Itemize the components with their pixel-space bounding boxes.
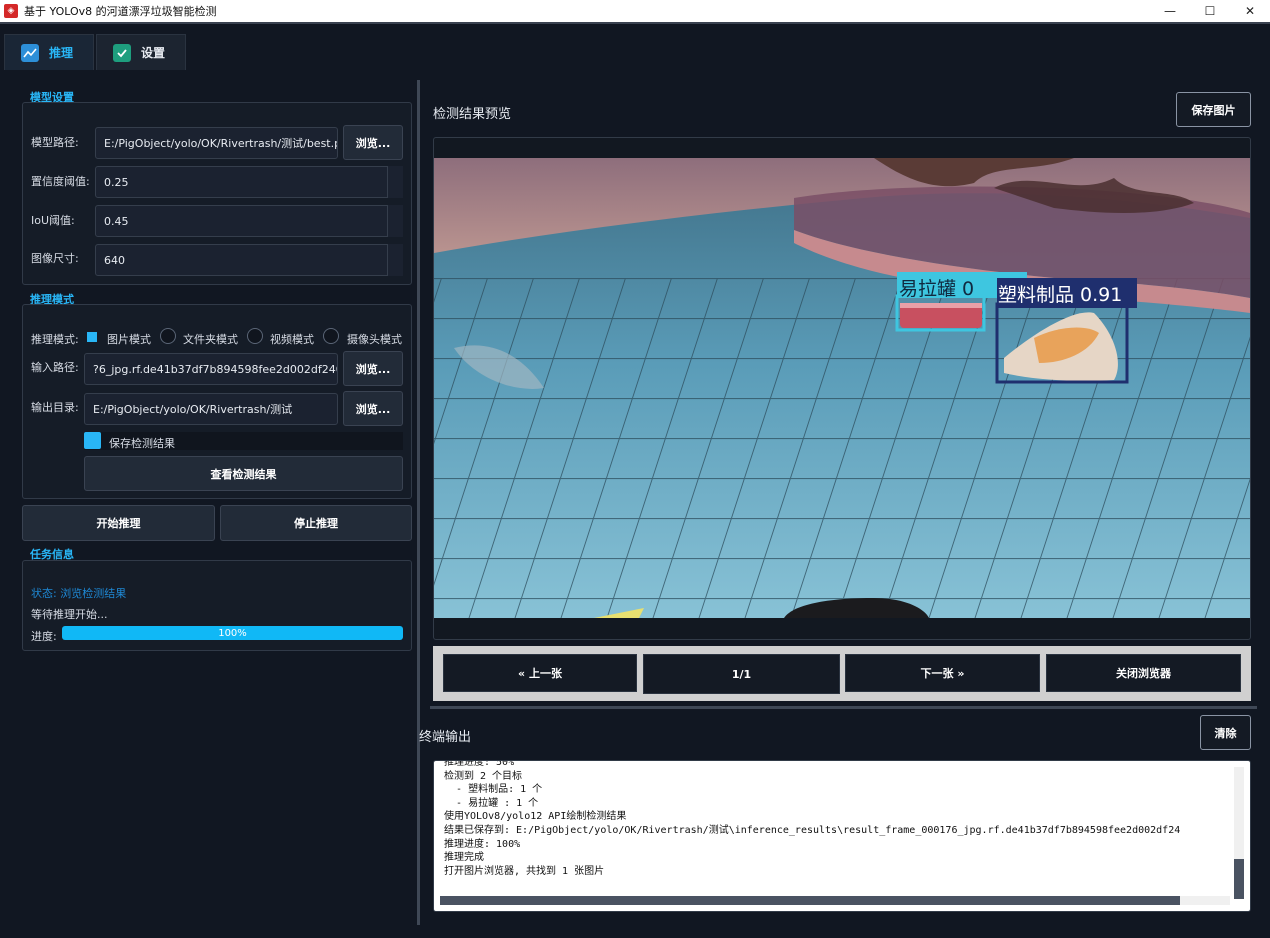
iou-threshold-label: IoU阈值: [31, 214, 75, 227]
detection-label-can: 易拉罐 0 [899, 278, 975, 300]
output-dir-label: 输出目录: [31, 401, 79, 414]
image-navigator: « 上一张 1/1 下一张 » 关闭浏览器 [433, 646, 1251, 701]
terminal-line: 打开图片浏览器, 共找到 1 张图片 [444, 865, 605, 877]
status-text: 状态: 浏览检测结果 [31, 587, 127, 600]
terminal-line: 推理完成 [444, 852, 484, 864]
radio-image-mode-label: 图片模式 [107, 333, 151, 346]
iou-threshold-spinbox[interactable]: 0.45 [95, 205, 403, 237]
view-results-button[interactable]: 查看检测结果 [84, 456, 403, 491]
detection-preview-image [434, 158, 1250, 618]
tab-settings-label: 设置 [141, 46, 166, 60]
progress-label: 进度: [31, 630, 57, 643]
minimize-button[interactable]: — [1150, 0, 1190, 22]
image-size-label: 图像尺寸: [31, 252, 79, 265]
window-title: 基于 YOLOv8 的河道漂浮垃圾智能检测 [24, 5, 217, 18]
progress-fill: 100% [62, 626, 403, 640]
tab-settings[interactable]: 设置 [96, 34, 186, 70]
terminal-lines: 推理进度: 50% 检测到 2 个目标 - 塑料制品: 1 个 - 易拉罐 : … [444, 760, 1234, 878]
chart-line-icon [21, 43, 39, 62]
terminal-horizontal-scrollbar[interactable] [440, 896, 1230, 905]
progress-bar: 100% [62, 626, 403, 640]
input-browse-button[interactable]: 浏览... [343, 351, 403, 386]
tab-inference-label: 推理 [49, 46, 74, 60]
radio-folder-mode-label: 文件夹模式 [183, 333, 238, 346]
conf-spin-arrows[interactable] [387, 166, 403, 198]
detection-label-plastic: 塑料制品 0.91 [998, 284, 1123, 306]
output-browse-button[interactable]: 浏览... [343, 391, 403, 426]
page-indicator: 1/1 [643, 654, 840, 694]
terminal-output[interactable]: 推理进度: 50% 检测到 2 个目标 - 塑料制品: 1 个 - 易拉罐 : … [433, 760, 1251, 912]
output-dir-field[interactable]: E:/PigObject/yolo/OK/Rivertrash/测试 [84, 393, 338, 425]
radio-camera-mode[interactable] [323, 328, 339, 344]
iou-spin-arrows[interactable] [387, 205, 403, 237]
save-results-label: 保存检测结果 [109, 437, 175, 450]
vertical-splitter[interactable] [417, 80, 420, 925]
maximize-button[interactable]: ☐ [1190, 0, 1230, 22]
radio-video-mode[interactable] [247, 328, 263, 344]
radio-camera-mode-label: 摄像头模式 [347, 333, 402, 346]
radio-image-mode[interactable] [87, 332, 97, 342]
scrollbar-thumb[interactable] [440, 896, 1180, 905]
save-image-button[interactable]: 保存图片 [1176, 92, 1251, 127]
prev-image-button[interactable]: « 上一张 [443, 654, 637, 692]
horizontal-splitter[interactable] [430, 706, 1257, 709]
window-controls: — ☐ ✕ [1150, 0, 1270, 22]
clear-terminal-button[interactable]: 清除 [1200, 715, 1251, 750]
terminal-line: 推理进度: 100% [444, 838, 521, 850]
terminal-line: 检测到 2 个目标 [444, 770, 523, 782]
model-path-label: 模型路径: [31, 136, 79, 149]
preview-frame: 易拉罐 0 塑料制品 0.91 [433, 137, 1251, 640]
conf-threshold-spinbox[interactable]: 0.25 [95, 166, 403, 198]
image-size-spinbox[interactable]: 640 [95, 244, 403, 276]
input-path-field[interactable]: ?6_jpg.rf.de41b37df7b894598fee2d002df240… [84, 353, 338, 385]
terminal-line: 推理进度: 50% [444, 760, 515, 768]
terminal-line: 使用YOLOv8/yolo12 API绘制检测结果 [444, 811, 627, 823]
terminal-vertical-scrollbar[interactable] [1234, 767, 1244, 899]
model-browse-button[interactable]: 浏览... [343, 125, 403, 160]
terminal-title: 终端输出 [419, 730, 472, 745]
mode-label: 推理模式: [31, 333, 79, 346]
title-bar: ◈ 基于 YOLOv8 的河道漂浮垃圾智能检测 — ☐ ✕ [0, 0, 1270, 22]
radio-folder-mode[interactable] [160, 328, 176, 344]
conf-threshold-label: 置信度阈值: [31, 175, 90, 188]
preview-title: 检测结果预览 [433, 107, 512, 122]
model-path-field[interactable]: E:/PigObject/yolo/OK/Rivertrash/测试/best.… [95, 127, 338, 159]
close-window-button[interactable]: ✕ [1230, 0, 1270, 22]
save-results-checkbox[interactable] [84, 432, 101, 449]
app-logo-icon: ◈ [4, 4, 18, 18]
input-path-label: 输入路径: [31, 361, 79, 374]
terminal-line: 结果已保存到: E:/PigObject/yolo/OK/Rivertrash/… [444, 824, 1181, 836]
stop-inference-button[interactable]: 停止推理 [220, 505, 412, 541]
terminal-line: - 易拉罐 : 1 个 [444, 797, 539, 809]
close-browser-button[interactable]: 关闭浏览器 [1046, 654, 1241, 692]
tab-inference[interactable]: 推理 [4, 34, 94, 70]
imgsz-spin-arrows[interactable] [387, 244, 403, 276]
tab-bar: 推理 设置 [0, 22, 1270, 70]
start-inference-button[interactable]: 开始推理 [22, 505, 215, 541]
terminal-line: - 塑料制品: 1 个 [444, 784, 543, 796]
next-image-button[interactable]: 下一张 » [845, 654, 1040, 692]
radio-video-mode-label: 视频模式 [270, 333, 314, 346]
waiting-text: 等待推理开始... [31, 608, 108, 621]
check-settings-icon [113, 43, 131, 62]
scrollbar-thumb[interactable] [1234, 859, 1244, 899]
